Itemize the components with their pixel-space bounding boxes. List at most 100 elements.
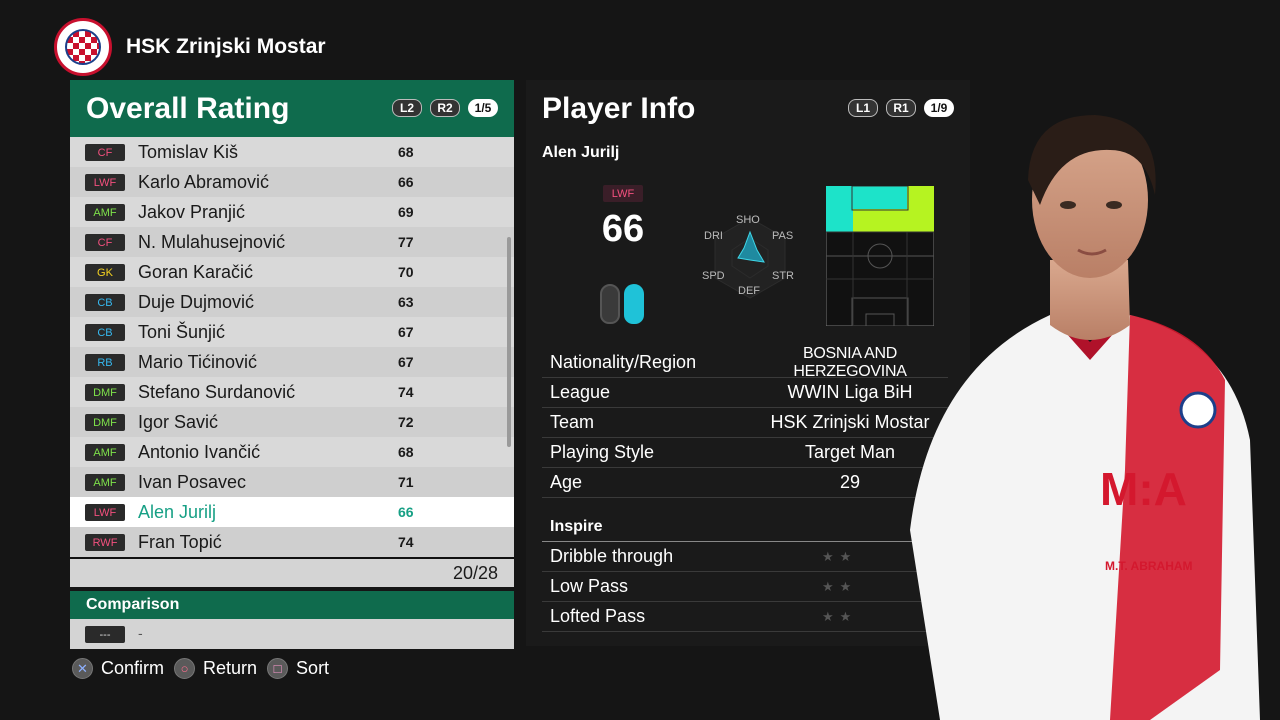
- player-row-rating: 71: [398, 474, 414, 490]
- player-row-rating: 77: [398, 234, 414, 250]
- player-row[interactable]: RWF Fran Topić 74: [70, 527, 514, 557]
- player-count-text: 20/28: [452, 562, 498, 583]
- inspire-row: Dribble through ★★: [542, 542, 954, 572]
- player-row[interactable]: RB Mario Tićinović 67: [70, 347, 514, 377]
- radar-label-spd: SPD: [702, 270, 725, 282]
- player-row-name: Karlo Abramović: [138, 171, 270, 192]
- position-badge: CF: [85, 144, 125, 161]
- position-badge: DMF: [85, 384, 125, 401]
- player-row-rating: 74: [398, 384, 414, 400]
- player-row[interactable]: LWF Alen Jurilj 66: [70, 497, 514, 527]
- player-row-name: N. Mulahusejnović: [138, 231, 286, 252]
- player-row-name: Ivan Posavec: [138, 471, 247, 492]
- player-row[interactable]: CB Toni Šunjić 67: [70, 317, 514, 347]
- position-badge: CF: [85, 234, 125, 251]
- player-row-name: Stefano Surdanović: [138, 381, 296, 402]
- player-row-rating: 68: [398, 144, 414, 160]
- star-rating-icon: ★★: [822, 608, 858, 624]
- player-row-name: Goran Karačić: [138, 261, 254, 282]
- position-badge: AMF: [85, 204, 125, 221]
- player-list: CF Tomislav Kiš 68 LWF Karlo Abramović 66 AMF J…: [70, 137, 514, 557]
- player-row-rating: 68: [398, 444, 414, 460]
- detail-row: Playing Style Target Man: [542, 438, 948, 468]
- player-row-rating: 63: [398, 294, 414, 310]
- player-position-badge: LWF: [603, 185, 643, 202]
- circle-button-icon: ○: [174, 658, 196, 679]
- comparison-pos-badge: ---: [85, 626, 125, 643]
- detail-row: Age 29: [542, 468, 948, 498]
- player-row-name: Toni Šunjić: [138, 321, 226, 342]
- player-row-name: Tomislav Kiš: [138, 141, 239, 162]
- inspire-row: Lofted Pass ★★: [542, 602, 954, 632]
- position-badge: LWF: [85, 504, 125, 521]
- return-prompt[interactable]: ○ Return: [174, 658, 257, 679]
- inspire-label: Low Pass: [550, 576, 629, 596]
- player-row[interactable]: DMF Igor Savić 72: [70, 407, 514, 437]
- player-row-rating: 67: [398, 354, 414, 370]
- left-foot-icon: [600, 284, 620, 324]
- player-overall-rating: 66: [601, 208, 645, 250]
- player-row-rating: 70: [398, 264, 414, 280]
- r2-button[interactable]: R2: [430, 99, 460, 117]
- player-portrait: M:A M.T. ABRAHAM: [910, 115, 1260, 720]
- position-badge: AMF: [85, 474, 125, 491]
- player-row-rating: 69: [398, 204, 414, 220]
- svg-text:M:A: M:A: [1100, 463, 1187, 515]
- star-rating-icon: ★★: [822, 578, 858, 594]
- player-count: 20/28: [70, 557, 514, 587]
- detail-key: Playing Style: [550, 442, 655, 462]
- comparison-player-name: -: [138, 625, 143, 641]
- overall-rating-panel: Overall Rating L2 R2 1/5 CF Tomislav Kiš 6…: [70, 80, 514, 649]
- confirm-prompt[interactable]: ✕ Confirm: [72, 658, 164, 679]
- sort-prompt[interactable]: □ Sort: [267, 658, 329, 679]
- position-badge: CB: [85, 294, 125, 311]
- detail-row: Team HSK Zrinjski Mostar: [542, 408, 948, 438]
- right-foot-icon: [624, 284, 644, 324]
- position-badge: RWF: [85, 534, 125, 551]
- overall-rating-title: Overall Rating: [86, 91, 290, 125]
- button-prompts: ✕ Confirm ○ Return □ Sort: [72, 658, 339, 679]
- l1-button[interactable]: L1: [848, 99, 878, 117]
- player-row[interactable]: DMF Stefano Surdanović 74: [70, 377, 514, 407]
- player-row-rating: 72: [398, 414, 414, 430]
- radar-label-pas: PAS: [772, 230, 794, 242]
- star-rating-icon: ★★: [822, 548, 858, 564]
- player-row[interactable]: CB Duje Dujmović 63: [70, 287, 514, 317]
- player-row[interactable]: GK Goran Karačić 70: [70, 257, 514, 287]
- comparison-row[interactable]: --- -: [70, 619, 514, 649]
- position-badge: AMF: [85, 444, 125, 461]
- detail-key: League: [550, 382, 611, 402]
- player-row-name: Alen Jurilj: [138, 501, 217, 522]
- inspire-list: Dribble through ★★ Low Pass ★★ Lofted Pass ★★: [542, 542, 954, 632]
- player-row-name: Mario Tićinović: [138, 351, 258, 372]
- page-indicator: 1/5: [468, 99, 498, 117]
- radar-label-def: DEF: [738, 285, 760, 297]
- player-row-name: Antonio Ivančić: [138, 441, 261, 462]
- club-name: HSK Zrinjski Mostar: [126, 35, 326, 58]
- sort-label: Sort: [296, 658, 330, 678]
- player-row[interactable]: LWF Karlo Abramović 66: [70, 167, 514, 197]
- position-badge: GK: [85, 264, 125, 281]
- l2-button[interactable]: L2: [392, 99, 422, 117]
- radar-label-dri: DRI: [704, 230, 723, 242]
- club-crest-icon: [54, 18, 112, 76]
- list-scrollbar[interactable]: [507, 237, 511, 447]
- player-row[interactable]: CF N. Mulahusejnović 77: [70, 227, 514, 257]
- player-name: Alen Jurilj: [542, 144, 620, 161]
- detail-key: Age: [550, 472, 583, 492]
- player-row[interactable]: AMF Antonio Ivančić 68: [70, 437, 514, 467]
- player-row[interactable]: CF Tomislav Kiš 68: [70, 137, 514, 167]
- return-label: Return: [203, 658, 258, 678]
- comparison-header: Comparison: [70, 591, 514, 619]
- radar-label-sho: SHO: [736, 214, 760, 226]
- club-header: HSK Zrinjski Mostar: [54, 18, 326, 76]
- player-row-name: Duje Dujmović: [138, 291, 255, 312]
- confirm-label: Confirm: [101, 658, 165, 678]
- detail-row: League WWIN Liga BiH: [542, 378, 948, 408]
- player-row[interactable]: AMF Ivan Posavec 71: [70, 467, 514, 497]
- overall-rating-header: Overall Rating L2 R2 1/5: [70, 80, 514, 137]
- detail-row: Nationality/Region BOSNIA AND HERZEGOVINA: [542, 345, 948, 380]
- player-row[interactable]: AMF Jakov Pranjić 69: [70, 197, 514, 227]
- player-row-name: Jakov Pranjić: [138, 201, 246, 222]
- comparison-title: Comparison: [86, 596, 180, 613]
